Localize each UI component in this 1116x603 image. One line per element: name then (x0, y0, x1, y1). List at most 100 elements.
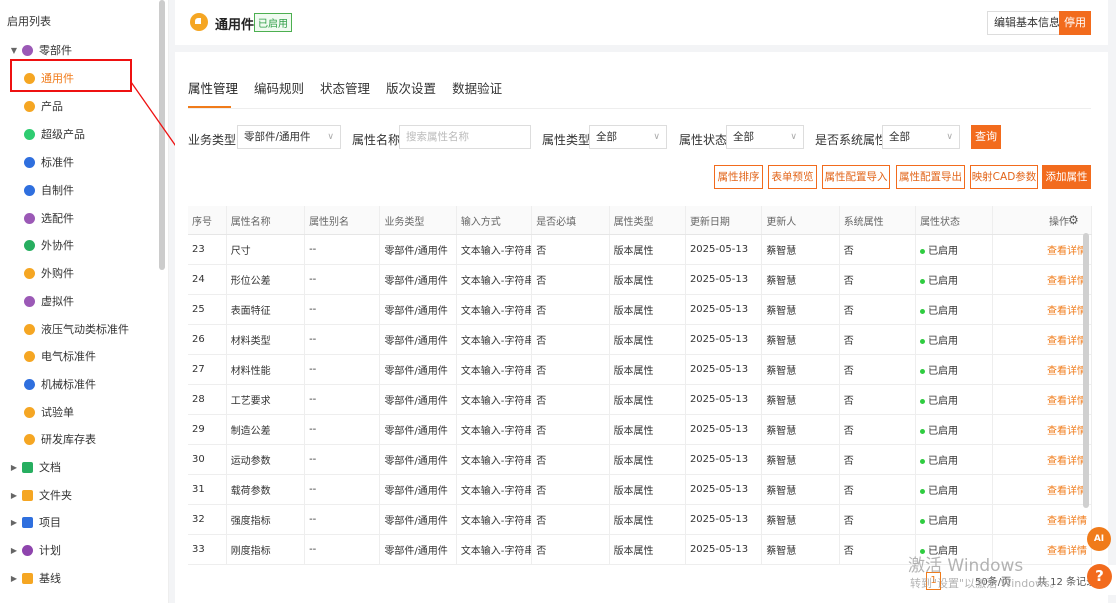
column-settings-gear-icon[interactable]: ⚙ (1068, 213, 1079, 227)
view-details-link[interactable]: 查看详情 (992, 324, 1092, 355)
query-button[interactable]: 查询 (971, 125, 1001, 149)
column-header: 更新日期 (685, 206, 763, 235)
help-button[interactable]: ? (1087, 564, 1112, 589)
status-dot-icon (920, 248, 926, 254)
table-cell: 否 (531, 414, 610, 445)
table-cell: 文本输入-字符串 (456, 414, 533, 445)
add-attribute-button[interactable]: 添加属性 (1042, 165, 1091, 189)
column-header: 属性名称 (226, 206, 306, 235)
table-row: 25 表面特征 -- 零部件/通用件 文本输入-字符串否版本属性 2025-05-13 蔡智… (188, 294, 1092, 325)
form-preview-button[interactable]: 表单预览 (768, 165, 817, 189)
attribute-table: 序号 属性名称 属性别名 业务类型 输入方式 是否必填 属性类型 更新日期 更新人 系统属性 属性状… (188, 206, 1092, 565)
table-cell: 否 (531, 474, 610, 505)
biz-type-value: 零部件/通用件 (244, 131, 311, 143)
table-cell: 否 (839, 234, 917, 265)
table-cell: 刚度指标 (226, 534, 306, 565)
view-details-link[interactable]: 查看详情 (992, 234, 1092, 265)
table-cell: 版本属性 (609, 414, 686, 445)
view-details-link[interactable]: 查看详情 (992, 384, 1092, 415)
table-cell: -- (304, 264, 381, 295)
view-details-link[interactable]: 查看详情 (992, 294, 1092, 325)
attr-status-select[interactable]: 全部 ∨ (726, 125, 804, 149)
table-cell: 否 (531, 264, 610, 295)
tab-revision-settings[interactable]: 版次设置 (386, 78, 436, 97)
table-cell: 已启用 (915, 414, 994, 445)
attr-sort-button[interactable]: 属性排序 (714, 165, 763, 189)
tab-coding-rules[interactable]: 编码规则 (254, 78, 304, 97)
table-row: 26 材料类型 -- 零部件/通用件 文本输入-字符串否版本属性 2025-05-13 蔡智… (188, 324, 1092, 355)
table-cell: 33 (188, 534, 227, 565)
attr-config-import-button[interactable]: 属性配置导入 (822, 165, 890, 189)
biz-type-select[interactable]: 零部件/通用件 ∨ (237, 125, 341, 149)
table-cell: 文本输入-字符串 (456, 354, 533, 385)
table-cell: 形位公差 (226, 264, 306, 295)
attr-type-select[interactable]: 全部 ∨ (589, 125, 667, 149)
status-dot-icon (920, 398, 926, 404)
status-badge: 已启用 (254, 13, 292, 32)
table-cell: 版本属性 (609, 354, 686, 385)
table-cell: 尺寸 (226, 234, 306, 265)
table-cell: 30 (188, 444, 227, 475)
ai-assistant-button[interactable]: AI (1087, 527, 1111, 551)
tab-active-indicator (188, 106, 231, 108)
table-cell: 文本输入-字符串 (456, 264, 533, 295)
table-header-row: 序号 属性名称 属性别名 业务类型 输入方式 是否必填 属性类型 更新日期 更新人 系统属性 属性状… (188, 206, 1092, 235)
view-details-link[interactable]: 查看详情 (992, 474, 1092, 505)
header-bar: 通用件 已启用 编辑基本信息 停用 (175, 0, 1108, 45)
table-cell: -- (304, 294, 381, 325)
status-dot-icon (920, 488, 926, 494)
tab-divider (188, 108, 1091, 109)
attr-status-label: 属性状态: (679, 133, 732, 147)
table-scrollbar[interactable] (1083, 233, 1089, 508)
table-cell: 2025-05-13 (685, 474, 763, 505)
attr-config-export-button[interactable]: 属性配置导出 (896, 165, 965, 189)
view-details-link[interactable]: 查看详情 (992, 354, 1092, 385)
column-header: 属性类型 (609, 206, 686, 235)
table-row: 27 材料性能 -- 零部件/通用件 文本输入-字符串否版本属性 2025-05-13 蔡智… (188, 354, 1092, 385)
table-cell: 2025-05-13 (685, 324, 763, 355)
status-text: 已启用 (928, 336, 959, 347)
table-cell: -- (304, 414, 381, 445)
status-text: 已启用 (928, 246, 959, 257)
tab-attribute-management[interactable]: 属性管理 (188, 78, 238, 97)
system-attr-select[interactable]: 全部 ∨ (882, 125, 960, 149)
table-cell: 否 (531, 504, 610, 535)
table-cell: 29 (188, 414, 227, 445)
table-cell: 31 (188, 474, 227, 505)
table-cell: 零部件/通用件 (379, 444, 457, 475)
table-cell: 零部件/通用件 (379, 294, 457, 325)
table-cell: 否 (839, 294, 917, 325)
table-cell: 蔡智慧 (761, 444, 840, 475)
status-dot-icon (920, 368, 926, 374)
system-attr-label: 是否系统属性: (815, 133, 892, 147)
page-title: 通用件 (215, 18, 255, 33)
table-cell: 文本输入-字符串 (456, 384, 533, 415)
view-details-link[interactable]: 查看详情 (992, 444, 1092, 475)
column-header: 序号 (188, 206, 227, 235)
table-cell: 版本属性 (609, 534, 686, 565)
table-cell: -- (304, 354, 381, 385)
column-header: 系统属性 (839, 206, 917, 235)
table-cell: -- (304, 384, 381, 415)
table-cell: 文本输入-字符串 (456, 294, 533, 325)
attr-name-label: 属性名称: (352, 133, 405, 147)
column-header: 业务类型 (379, 206, 457, 235)
map-cad-params-button[interactable]: 映射CAD参数 (970, 165, 1038, 189)
status-dot-icon (920, 278, 926, 284)
table-cell: 否 (531, 234, 610, 265)
table-cell: 零部件/通用件 (379, 474, 457, 505)
table-cell: 版本属性 (609, 294, 686, 325)
status-text: 已启用 (928, 366, 959, 377)
view-details-link[interactable]: 查看详情 (992, 414, 1092, 445)
tab-data-validation[interactable]: 数据验证 (452, 78, 502, 97)
edit-basic-info-button[interactable]: 编辑基本信息 (987, 11, 1067, 35)
column-header: 输入方式 (456, 206, 533, 235)
status-text: 已启用 (928, 426, 959, 437)
attr-name-search-input[interactable]: 搜索属性名称 (399, 125, 531, 149)
windows-activation-subtext: 转到"设置"以激活 Windows。 (910, 577, 1061, 590)
view-details-link[interactable]: 查看详情 (992, 504, 1092, 535)
view-details-link[interactable]: 查看详情 (992, 264, 1092, 295)
status-dot-icon (920, 428, 926, 434)
tab-state-management[interactable]: 状态管理 (320, 78, 370, 97)
disable-button[interactable]: 停用 (1059, 11, 1091, 35)
